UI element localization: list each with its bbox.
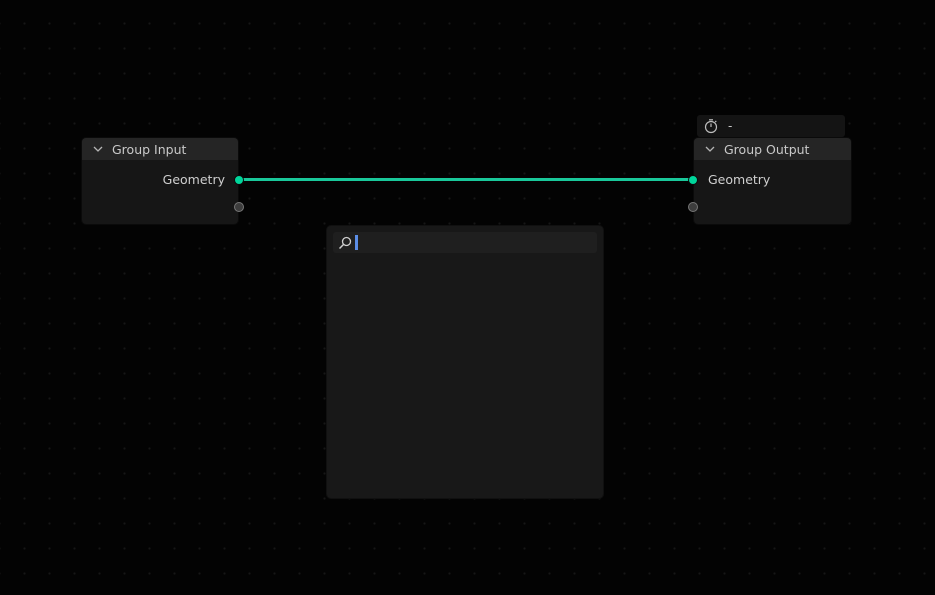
group-output-empty-socket[interactable]: [688, 202, 698, 212]
execution-time-value: -: [728, 119, 733, 133]
execution-time-bar: -: [697, 115, 845, 137]
group-input-title: Group Input: [112, 141, 187, 157]
group-output-geometry-label: Geometry: [708, 171, 771, 187]
text-caret: [355, 235, 358, 250]
group-input-geometry-label: Geometry: [162, 171, 225, 187]
group-output-header[interactable]: Group Output: [694, 138, 851, 160]
stopwatch-icon: [704, 119, 718, 134]
group-output-geometry-socket[interactable]: [688, 175, 698, 185]
group-input-empty-socket[interactable]: [234, 202, 244, 212]
group-input-header[interactable]: Group Input: [82, 138, 238, 160]
group-input-geometry-socket[interactable]: [234, 175, 244, 185]
group-input-node[interactable]: Group Input Geometry: [82, 138, 238, 224]
search-icon: [338, 236, 352, 249]
group-output-title: Group Output: [724, 141, 810, 157]
group-output-node[interactable]: Group Output Geometry: [694, 138, 851, 224]
add-node-search-popup: [327, 226, 603, 498]
chevron-down-icon[interactable]: [703, 142, 717, 156]
search-input[interactable]: [360, 235, 590, 250]
search-field[interactable]: [333, 232, 597, 253]
node-editor-canvas[interactable]: Group Input Geometry - Group Output Geom…: [0, 0, 935, 595]
geometry-link[interactable]: [239, 178, 693, 181]
chevron-down-icon[interactable]: [91, 142, 105, 156]
